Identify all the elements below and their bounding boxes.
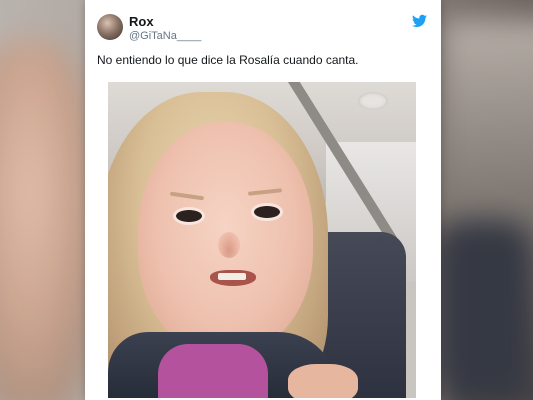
photo-left-eye (176, 210, 202, 222)
background-blur-seat (433, 220, 533, 400)
photo-teeth (218, 273, 246, 280)
photo-nose (218, 232, 240, 258)
photo-right-eye (254, 206, 280, 218)
tweet-card[interactable]: Rox @GiTaNa____ No entiendo lo que dice … (85, 0, 441, 400)
user-handle[interactable]: @GiTaNa____ (129, 30, 201, 42)
tweet-text: No entiendo lo que dice la Rosalía cuand… (97, 53, 359, 67)
photo-dome-light (358, 92, 388, 110)
avatar[interactable] (97, 14, 123, 40)
tweet-media-photo[interactable] (108, 82, 416, 398)
photo-pink-shirt (158, 344, 268, 398)
twitter-bird-icon[interactable] (412, 14, 427, 28)
photo-hand (288, 364, 358, 398)
screenshot-page: Rox @GiTaNa____ No entiendo lo que dice … (0, 0, 533, 400)
display-name[interactable]: Rox (129, 14, 154, 29)
